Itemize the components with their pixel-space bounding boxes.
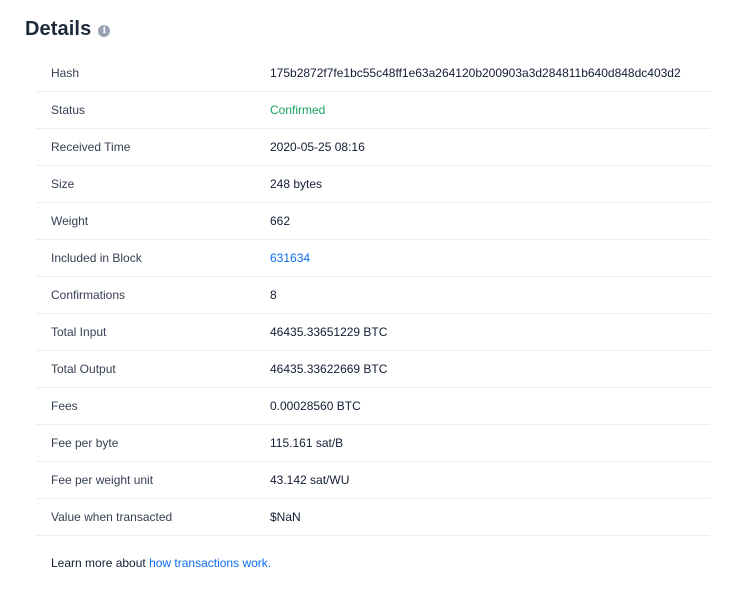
fee-per-weight-unit-label: Fee per weight unit <box>51 473 154 487</box>
row-received-time: Received Time 2020-05-25 08:16 <box>36 129 710 166</box>
row-hash: Hash 175b2872f7fe1bc55c48ff1e63a264120b2… <box>36 55 710 92</box>
size-label: Size <box>51 177 75 191</box>
received-time-value: 2020-05-25 08:16 <box>270 140 365 154</box>
confirmations-label: Confirmations <box>51 288 126 302</box>
info-icon[interactable]: i <box>98 24 111 37</box>
details-table: Hash 175b2872f7fe1bc55c48ff1e63a264120b2… <box>36 55 710 536</box>
row-size: Size 248 bytes <box>36 166 710 203</box>
hash-value: 175b2872f7fe1bc55c48ff1e63a264120b200903… <box>270 66 681 80</box>
page-title: Details <box>25 18 92 40</box>
total-output-value: 46435.33622669 BTC <box>270 362 388 376</box>
how-transactions-work-link[interactable]: how transactions work. <box>149 556 271 570</box>
learn-more-prefix: Learn more about <box>51 556 150 570</box>
fees-value: 0.00028560 BTC <box>270 399 361 413</box>
weight-label: Weight <box>51 214 89 228</box>
fees-label: Fees <box>51 399 78 413</box>
row-fees: Fees 0.00028560 BTC <box>36 388 710 425</box>
row-total-output: Total Output 46435.33622669 BTC <box>36 351 710 388</box>
fee-per-weight-unit-value: 43.142 sat/WU <box>270 473 350 487</box>
fee-per-byte-value: 115.161 sat/B <box>270 436 344 450</box>
row-confirmations: Confirmations 8 <box>36 277 710 314</box>
row-fee-per-weight-unit: Fee per weight unit 43.142 sat/WU <box>36 462 710 499</box>
row-value-when-transacted: Value when transacted $NaN <box>36 499 710 536</box>
row-status: Status Confirmed <box>36 92 710 129</box>
row-weight: Weight 662 <box>36 203 710 240</box>
fee-per-byte-label: Fee per byte <box>51 436 119 450</box>
status-label: Status <box>51 103 86 117</box>
details-header: Details i <box>25 18 111 41</box>
value-when-transacted-label: Value when transacted <box>51 510 173 524</box>
row-included-in-block: Included in Block 631634 <box>36 240 710 277</box>
block-link[interactable]: 631634 <box>270 251 310 265</box>
row-fee-per-byte: Fee per byte 115.161 sat/B <box>36 425 710 462</box>
status-value: Confirmed <box>270 103 326 117</box>
weight-value: 662 <box>270 214 291 228</box>
learn-more-text: Learn more about how transactions work. <box>51 556 271 570</box>
total-input-label: Total Input <box>51 325 107 339</box>
hash-label: Hash <box>51 66 80 80</box>
confirmations-value: 8 <box>270 288 277 302</box>
size-value: 248 bytes <box>270 177 323 191</box>
received-time-label: Received Time <box>51 140 131 154</box>
total-output-label: Total Output <box>51 362 116 376</box>
total-input-value: 46435.33651229 BTC <box>270 325 388 339</box>
value-when-transacted-value: $NaN <box>270 510 301 524</box>
included-in-block-label: Included in Block <box>51 251 142 265</box>
row-total-input: Total Input 46435.33651229 BTC <box>36 314 710 351</box>
